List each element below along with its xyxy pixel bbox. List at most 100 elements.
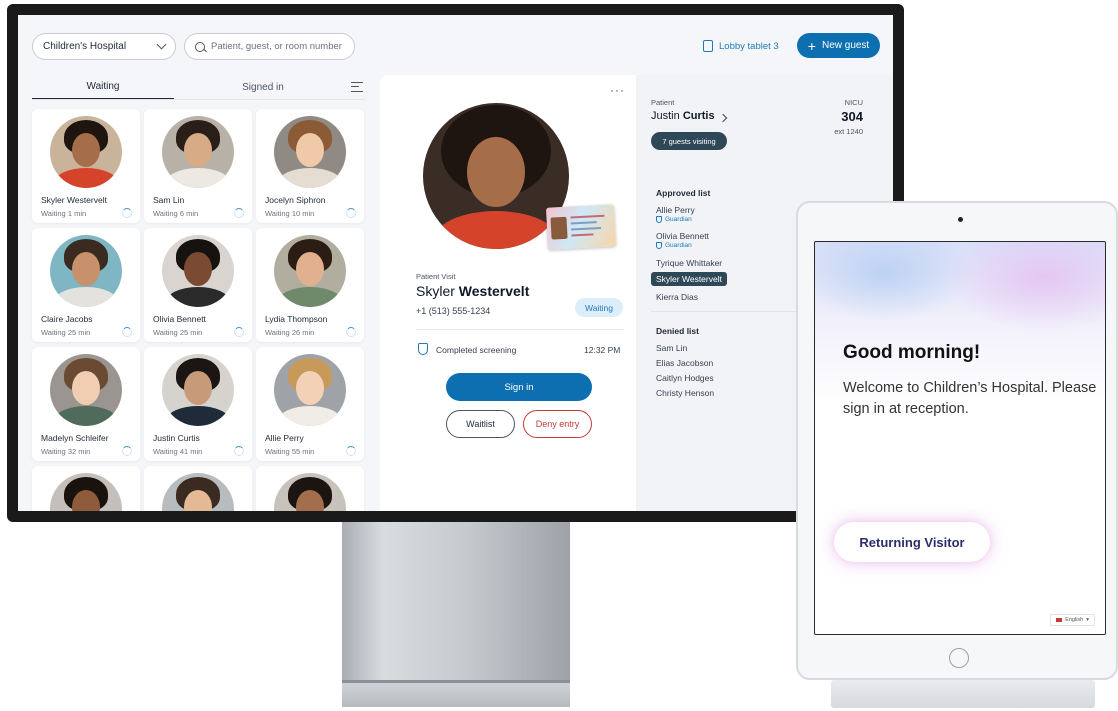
more-options-icon[interactable]: ···: [610, 83, 625, 97]
tablet-icon: [703, 40, 713, 52]
guest-name: Sam Lin: [153, 195, 185, 205]
visitor-first-name: Skyler: [416, 283, 455, 299]
guest-name: Lydia Thompson: [265, 314, 328, 324]
guest-name: Madelyn Schleifer: [41, 433, 109, 443]
guest-name: Claire Jacobs: [41, 314, 93, 324]
wait-time: Waiting 41 min: [153, 447, 203, 456]
monitor-stand-base: [342, 680, 570, 707]
guest-card[interactable]: Claire Jacobs Waiting 25 min: [32, 228, 140, 342]
denied-guest[interactable]: Elias Jacobson: [656, 358, 713, 368]
avatar: [162, 235, 234, 307]
guardian-icon: [656, 216, 662, 223]
search-icon: [195, 41, 205, 52]
chevron-down-icon: [156, 39, 167, 50]
status-badge: Waiting: [575, 298, 623, 317]
loading-icon: [122, 446, 132, 456]
patient-first-name: Justin: [651, 110, 680, 122]
approved-guest[interactable]: Allie Perry: [656, 205, 695, 215]
avatar: [274, 473, 346, 511]
guest-name: Allie Perry: [265, 433, 304, 443]
lobby-tablet: Good morning! Welcome to Children’s Hosp…: [796, 201, 1118, 680]
patient-ext: ext 1240: [834, 127, 863, 136]
chevron-right-icon[interactable]: [718, 113, 728, 123]
wait-time: Waiting 6 min: [153, 209, 199, 218]
guardian-tag: Guardian: [656, 242, 692, 249]
guest-name: Justin Curtis: [153, 433, 200, 443]
sort-icon[interactable]: [351, 82, 363, 92]
denied-guest[interactable]: Sam Lin: [656, 343, 687, 353]
home-button[interactable]: [949, 648, 969, 668]
visitor-last-name: Westervelt: [458, 283, 530, 299]
guest-name: Jocelyn Siphron: [265, 195, 326, 205]
returning-visitor-button[interactable]: Returning Visitor: [834, 522, 990, 562]
guest-card[interactable]: Allie Perry Waiting 55 min: [256, 347, 364, 461]
divider: [416, 329, 624, 330]
shield-icon: [418, 343, 428, 355]
guardian-label: Guardian: [665, 216, 692, 223]
approved-guest[interactable]: Olivia Bennett: [656, 231, 709, 241]
lobby-device-label: Lobby tablet 3: [719, 40, 779, 52]
loading-icon: [122, 208, 132, 218]
search-input[interactable]: Patient, guest, or room number: [184, 33, 355, 60]
loading-icon: [234, 446, 244, 456]
top-bar: Children's Hospital Patient, guest, or r…: [18, 15, 893, 70]
id-card-image: [545, 204, 617, 250]
guest-card[interactable]: Justin Curtis Waiting 41 min: [144, 347, 252, 461]
lobby-device-link[interactable]: Lobby tablet 3: [703, 40, 779, 52]
denied-guest[interactable]: Christy Henson: [656, 388, 714, 398]
monitor-stand: [342, 522, 570, 682]
waitlist-button[interactable]: Waitlist: [446, 410, 515, 438]
loading-icon: [234, 327, 244, 337]
new-guest-label: New guest: [821, 40, 870, 51]
language-select[interactable]: English ▾: [1050, 614, 1095, 626]
avatar: [50, 235, 122, 307]
kiosk-admin-screen: Children's Hospital Patient, guest, or r…: [18, 15, 893, 511]
approved-guest[interactable]: Tyrique Whittaker: [656, 258, 722, 268]
avatar: [162, 354, 234, 426]
loading-icon: [346, 446, 356, 456]
sign-in-button[interactable]: Sign in: [446, 373, 592, 401]
guest-card[interactable]: [256, 466, 364, 511]
avatar: [162, 116, 234, 188]
camera-icon: [958, 217, 963, 222]
patient-room: 304: [841, 109, 863, 124]
wait-time: Waiting 10 min: [265, 209, 315, 218]
avatar: [274, 235, 346, 307]
patient-name-link[interactable]: Justin Curtis: [651, 110, 715, 122]
guest-card[interactable]: [32, 466, 140, 511]
approved-guest-selected[interactable]: Skyler Westervelt: [651, 272, 727, 286]
approved-guest[interactable]: Kierra Dias: [656, 292, 698, 302]
visitor-phone: +1 (513) 555-1234: [416, 306, 491, 316]
tab-waiting[interactable]: Waiting: [32, 75, 174, 99]
guest-card[interactable]: Madelyn Schleifer Waiting 32 min: [32, 347, 140, 461]
wait-time: Waiting 32 min: [41, 447, 91, 456]
language-label: English: [1065, 617, 1084, 623]
tab-signed-in[interactable]: Signed in: [192, 75, 334, 99]
guest-card[interactable]: Jocelyn Siphron Waiting 10 min: [256, 109, 364, 223]
guest-card[interactable]: Olivia Bennett Waiting 25 min: [144, 228, 252, 342]
guest-card[interactable]: Lydia Thompson Waiting 26 min: [256, 228, 364, 342]
wait-time: Waiting 25 min: [153, 328, 203, 337]
loading-icon: [234, 208, 244, 218]
divider: [651, 311, 801, 312]
new-guest-button[interactable]: + New guest: [797, 33, 880, 58]
avatar: [50, 473, 122, 511]
location-select[interactable]: Children's Hospital: [32, 33, 176, 60]
guest-card[interactable]: [144, 466, 252, 511]
chevron-down-icon: ▾: [1086, 617, 1089, 623]
guest-card[interactable]: Sam Lin Waiting 6 min: [144, 109, 252, 223]
avatar: [50, 354, 122, 426]
welcome-message: Welcome to Children’s Hospital. Please s…: [843, 380, 1097, 417]
tablet-stand: [831, 680, 1095, 708]
avatar: [162, 473, 234, 511]
denied-guest[interactable]: Caitlyn Hodges: [656, 373, 714, 383]
screening-status: Completed screening: [436, 345, 517, 355]
guest-name: Skyler Westervelt: [41, 195, 107, 205]
guest-card[interactable]: Skyler Westervelt Waiting 1 min: [32, 109, 140, 223]
loading-icon: [346, 208, 356, 218]
approved-list-title: Approved list: [656, 188, 711, 198]
deny-entry-button[interactable]: Deny entry: [523, 410, 592, 438]
guests-visiting-badge[interactable]: 7 guests visiting: [651, 132, 727, 150]
visit-label: Patient Visit: [416, 272, 456, 281]
avatar: [274, 116, 346, 188]
